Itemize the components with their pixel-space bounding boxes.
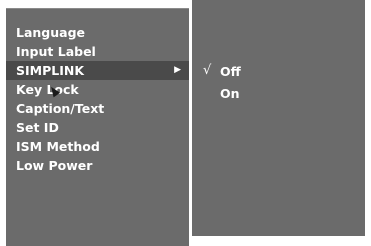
option-label: On: [220, 86, 240, 101]
option-on[interactable]: On: [192, 83, 241, 105]
menu-item-language[interactable]: Language: [6, 23, 189, 42]
main-menu-list: Language Input Label SIMPLINK ▶ Key Lock…: [6, 23, 189, 175]
menu-item-label: SIMPLINK: [16, 63, 85, 78]
menu-item-label: Input Label: [16, 44, 96, 59]
menu-item-set-id[interactable]: Set ID: [6, 118, 189, 137]
main-menu-panel: Language Input Label SIMPLINK ▶ Key Lock…: [6, 8, 189, 246]
simplink-options-list: √ Off On: [192, 61, 241, 105]
menu-item-label: Low Power: [16, 158, 93, 173]
menu-item-simplink[interactable]: SIMPLINK ▶: [6, 61, 189, 80]
menu-item-input-label[interactable]: Input Label: [6, 42, 189, 61]
menu-item-low-power[interactable]: Low Power: [6, 156, 189, 175]
menu-item-label: Language: [16, 25, 86, 40]
check-icon: √: [203, 63, 212, 78]
menu-item-ism-method[interactable]: ISM Method: [6, 137, 189, 156]
menu-item-caption-text[interactable]: Caption/Text: [6, 99, 189, 118]
submenu-panel: √ Off On: [192, 0, 365, 236]
menu-item-label: Set ID: [16, 120, 59, 135]
menu-item-key-lock[interactable]: Key Lock: [6, 80, 189, 99]
menu-item-label: ISM Method: [16, 139, 100, 154]
menu-item-label: Caption/Text: [16, 101, 105, 116]
triangle-right-icon: ▶: [174, 65, 181, 75]
option-label: Off: [220, 64, 241, 79]
osd-menu: Language Input Label SIMPLINK ▶ Key Lock…: [0, 0, 371, 246]
option-off[interactable]: √ Off: [192, 61, 241, 83]
